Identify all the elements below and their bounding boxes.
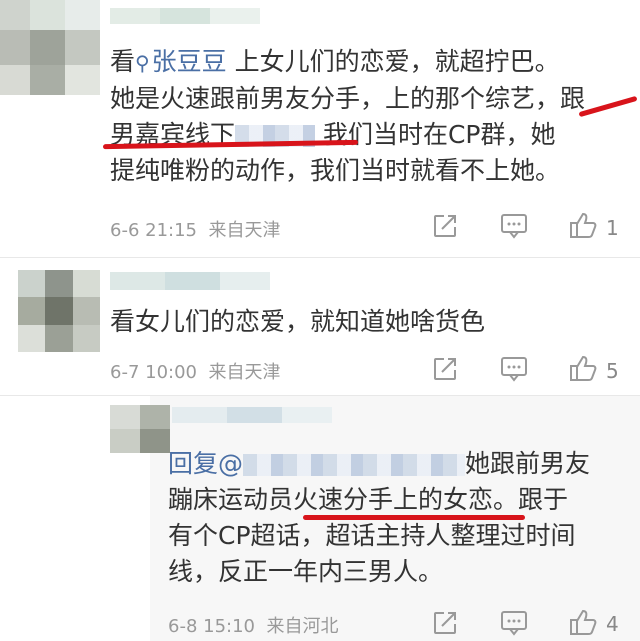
- share-icon[interactable]: [432, 213, 458, 243]
- comment-icon[interactable]: [500, 356, 528, 386]
- reply-line-1: 回复@ 她跟前男友: [168, 449, 591, 478]
- username-blurred[interactable]: [172, 407, 332, 423]
- share-icon[interactable]: [432, 356, 458, 386]
- comment-1-line-1: 看⚲张豆豆 上女儿们的恋爱，就超拧巴。: [110, 44, 630, 81]
- like-count: 1: [606, 216, 619, 240]
- username-blurred[interactable]: [110, 272, 270, 290]
- avatar[interactable]: [110, 405, 170, 453]
- search-icon: ⚲: [135, 51, 150, 75]
- username-blurred[interactable]: [110, 8, 260, 24]
- share-icon[interactable]: [432, 610, 458, 640]
- reply-line-2: 蹦床运动员火速分手上的女恋。跟于: [168, 485, 569, 514]
- underline-mark: [303, 515, 525, 520]
- comment-1-meta: 6-6 21:15 来自天津: [110, 220, 281, 241]
- like-icon[interactable]: [568, 354, 598, 386]
- blurred-text: [243, 454, 466, 476]
- reply-line-3: 有个CP超话，超话主持人整理过时间: [168, 521, 576, 550]
- like-icon[interactable]: [568, 211, 598, 243]
- comment-icon[interactable]: [500, 213, 528, 243]
- divider: [0, 257, 640, 258]
- comment-2-body: 看女儿们的恋爱，就知道她啥货色: [110, 307, 486, 336]
- reply-mention[interactable]: 回复@: [168, 449, 466, 478]
- like-icon[interactable]: [568, 608, 598, 640]
- comment-1-line-2: 她是火速跟前男友分手，上的那个综艺，跟: [110, 84, 586, 113]
- mention-link[interactable]: ⚲张豆豆: [135, 47, 227, 76]
- like-count: 4: [606, 612, 619, 636]
- reply-line-4: 线，反正一年内三男人。: [168, 557, 444, 586]
- comment-2-meta: 6-7 10:00 来自天津: [110, 362, 281, 383]
- like-count: 5: [606, 359, 619, 383]
- avatar[interactable]: [0, 0, 100, 95]
- reply-meta: 6-8 15:10 来自河北: [168, 616, 339, 637]
- avatar[interactable]: [18, 270, 100, 352]
- comment-icon[interactable]: [500, 610, 528, 640]
- comment-1-body: 看⚲张豆豆 上女儿们的恋爱，就超拧巴。 她是火速跟前男友分手，上的那个综艺，跟 …: [110, 44, 630, 189]
- comment-1-line-4: 提纯唯粉的动作，我们当时就看不上她。: [110, 156, 561, 185]
